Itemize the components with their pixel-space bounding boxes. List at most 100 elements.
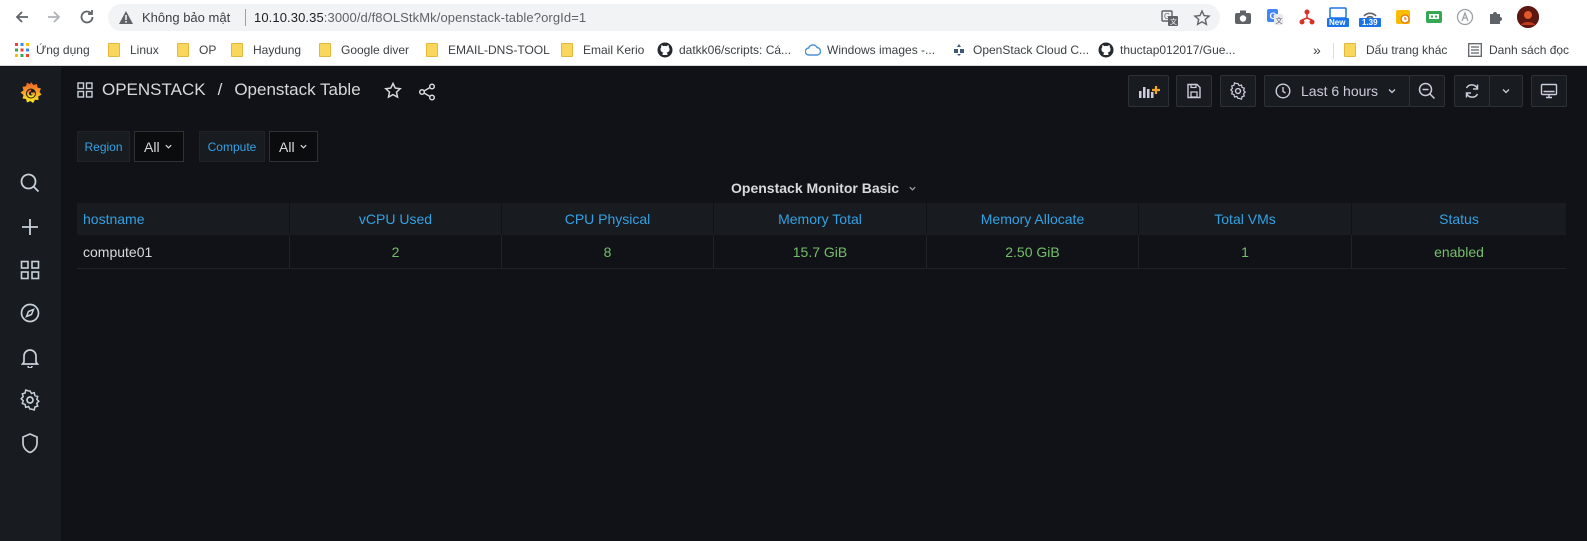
column-header-cpu-physical[interactable]: CPU Physical — [502, 203, 714, 235]
profile-avatar[interactable] — [1517, 6, 1539, 28]
reading-list-button[interactable]: Danh sách đọc — [1467, 41, 1569, 59]
dashboards-grid-icon — [20, 260, 40, 280]
bookmark-label: OpenStack Cloud C... — [973, 43, 1090, 57]
add-panel-button[interactable] — [1128, 75, 1169, 107]
bookmark-datkk06-scripts[interactable]: datkk06/scripts: Cá... — [657, 41, 791, 59]
table-header-row: hostname vCPU Used CPU Physical Memory T… — [77, 203, 1566, 235]
bookmark-windows-images[interactable]: Windows images -... — [805, 41, 935, 59]
overflow-chevron-text: » — [1313, 42, 1321, 58]
bookmark-label: Windows images -... — [827, 43, 936, 57]
translate-icon[interactable]: G文 — [1161, 9, 1179, 27]
apps-grid-icon — [14, 42, 30, 58]
refresh-icon — [1465, 84, 1479, 98]
bookmark-linux[interactable]: Linux — [108, 41, 159, 59]
new-badge-extension[interactable]: New — [1327, 7, 1349, 27]
breadcrumb-folder[interactable]: OPENSTACK — [102, 80, 206, 100]
folder-icon — [1344, 43, 1356, 57]
dashboard-title[interactable]: Openstack Table — [234, 80, 360, 100]
bookmark-star-icon[interactable] — [1193, 9, 1211, 27]
add-panel-icon — [1138, 86, 1160, 98]
compass-icon — [20, 303, 40, 323]
cell-hostname: compute01 — [77, 235, 290, 268]
bookmark-openstack-cloud[interactable]: OpenStack Cloud C... — [951, 41, 1089, 59]
panel-header[interactable]: Openstack Monitor Basic — [61, 180, 1587, 196]
avatar-icon — [1517, 6, 1539, 28]
dashboard-settings-button[interactable] — [1220, 75, 1256, 107]
variable-label-region: Region — [77, 131, 130, 162]
cloud-icon — [805, 42, 821, 58]
variable-label-compute: Compute — [199, 131, 265, 162]
bookmark-thuctap012017[interactable]: thuctap012017/Gue... — [1098, 41, 1235, 59]
column-header-memory-allocate[interactable]: Memory Allocate — [927, 203, 1139, 235]
dashboards-button[interactable] — [18, 258, 42, 282]
view-mode-button[interactable] — [1531, 75, 1567, 107]
server-admin-button[interactable] — [18, 431, 42, 455]
mark-favorite-button[interactable] — [384, 81, 402, 105]
extensions-button[interactable] — [1486, 7, 1506, 27]
bookmark-other-folder[interactable]: Dấu trang khác — [1344, 41, 1447, 59]
green-extension[interactable] — [1424, 7, 1444, 27]
bell-icon — [20, 349, 40, 368]
variable-select-compute[interactable]: All — [269, 131, 318, 162]
bookmark-haydung[interactable]: Haydung — [231, 41, 301, 59]
column-header-vcpu-used[interactable]: vCPU Used — [290, 203, 502, 235]
clock-note-extension[interactable] — [1393, 7, 1413, 27]
refresh-dashboard-button[interactable] — [1454, 75, 1490, 107]
time-range-picker[interactable]: Last 6 hours — [1264, 75, 1410, 107]
google-translate-extension[interactable]: G文 — [1265, 7, 1285, 27]
chevron-down-icon — [164, 144, 172, 149]
zoom-out-button[interactable] — [1409, 75, 1445, 107]
forward-button[interactable] — [43, 6, 65, 28]
bookmarks-bar: Ứng dụng Linux OP Haydung Google diver E… — [0, 35, 1587, 66]
create-button[interactable] — [18, 215, 42, 239]
refresh-interval-picker[interactable] — [1489, 75, 1523, 107]
share-dashboard-button[interactable] — [418, 83, 436, 106]
grafana-home-button[interactable] — [17, 79, 45, 107]
column-header-hostname[interactable]: hostname — [77, 203, 290, 235]
reload-button[interactable] — [76, 6, 98, 28]
shield-icon — [22, 433, 38, 454]
language-extension[interactable] — [1455, 7, 1475, 27]
cell-total-vms: 1 — [1139, 235, 1352, 268]
bookmarks-overflow-button[interactable]: » — [1313, 41, 1321, 59]
security-label[interactable]: Không bảo mật — [142, 10, 230, 25]
chevron-down-icon — [1388, 89, 1396, 94]
save-icon — [1187, 83, 1201, 99]
address-bar[interactable]: Không bảo mật 10.10.30.35:3000/d/f8OLStk… — [108, 4, 1220, 31]
url-text[interactable]: 10.10.30.35:3000/d/f8OLStkMk/openstack-t… — [254, 10, 586, 25]
star-icon — [384, 81, 402, 99]
bookmark-label: datkk06/scripts: Cá... — [679, 43, 792, 57]
cell-memory-total: 15.7 GiB — [714, 235, 927, 268]
configuration-button[interactable] — [18, 388, 42, 412]
bookmark-google-diver[interactable]: Google diver — [319, 41, 409, 59]
bookmark-apps[interactable]: Ứng dụng — [14, 41, 90, 59]
camera-extension[interactable] — [1233, 7, 1253, 27]
column-header-status[interactable]: Status — [1352, 203, 1566, 235]
folder-icon — [319, 43, 331, 57]
column-header-memory-total[interactable]: Memory Total — [714, 203, 927, 235]
cell-vcpu-used: 2 — [290, 235, 502, 268]
time-range-label: Last 6 hours — [1301, 83, 1379, 99]
bookmark-email-dns-tool[interactable]: EMAIL-DNS-TOOL — [426, 41, 550, 59]
back-button[interactable] — [11, 6, 33, 28]
alerting-button[interactable] — [18, 345, 42, 369]
bookmark-label: Email Kerio — [583, 43, 645, 57]
save-dashboard-button[interactable] — [1176, 75, 1212, 107]
plus-icon — [22, 219, 38, 235]
bookmark-email-kerio[interactable]: Email Kerio — [561, 41, 644, 59]
explore-button[interactable] — [18, 301, 42, 325]
bookmark-label: Ứng dụng — [36, 43, 90, 57]
note-clock-icon — [1396, 10, 1410, 24]
bookmark-op[interactable]: OP — [177, 41, 216, 59]
search-button[interactable] — [18, 171, 42, 195]
counter-extension[interactable]: 1.39 — [1359, 7, 1381, 27]
arrow-left-icon — [15, 11, 28, 23]
chevron-down-icon — [299, 144, 307, 149]
breadcrumb: OPENSTACK / Openstack Table — [77, 80, 361, 100]
browser-toolbar: Không bảo mật 10.10.30.35:3000/d/f8OLStk… — [0, 0, 1587, 35]
column-header-total-vms[interactable]: Total VMs — [1139, 203, 1352, 235]
variable-select-region[interactable]: All — [134, 131, 184, 162]
network-extension[interactable] — [1297, 7, 1317, 27]
grafana-side-menu — [0, 67, 61, 541]
share-icon — [418, 83, 436, 101]
